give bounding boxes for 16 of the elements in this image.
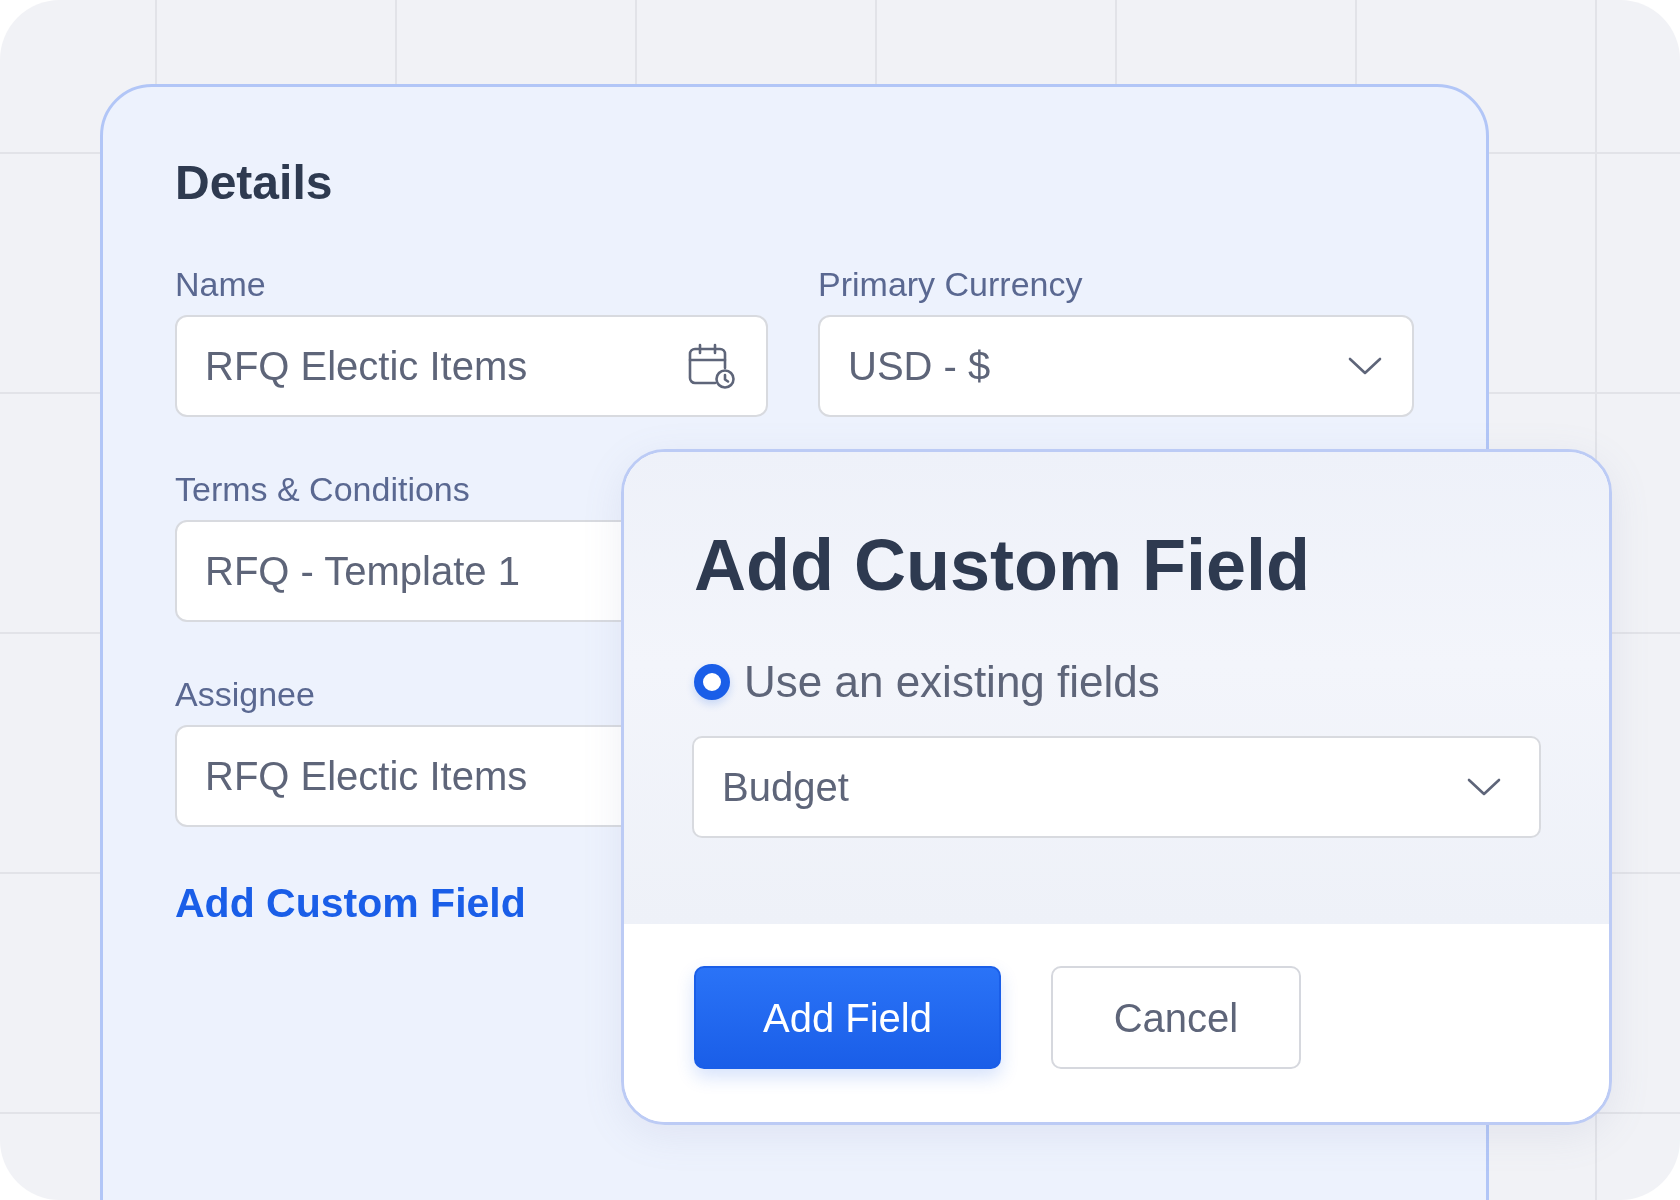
dropdown-field[interactable]: USD - $ xyxy=(818,315,1414,417)
radio-button[interactable] xyxy=(694,664,730,700)
field-label: Assignee xyxy=(175,675,315,713)
text-field[interactable]: RFQ Electic Items xyxy=(175,315,768,417)
calendar-clock-icon xyxy=(688,343,736,389)
add-custom-field-link[interactable]: Add Custom Field xyxy=(175,880,526,926)
chevron-down-icon xyxy=(1467,778,1501,796)
field-label: Name xyxy=(175,265,266,303)
dropdown-field[interactable]: Budget xyxy=(692,736,1541,838)
add-button[interactable]: Add Field xyxy=(694,966,1001,1069)
section-title: Details xyxy=(175,155,333,211)
cancel-button[interactable]: Cancel xyxy=(1051,966,1301,1069)
radio-label: Use an existing fields xyxy=(744,656,1160,708)
field-label: Terms & Conditions xyxy=(175,470,470,508)
chevron-down-icon xyxy=(1348,357,1382,375)
field-label: Primary Currency xyxy=(818,265,1083,303)
